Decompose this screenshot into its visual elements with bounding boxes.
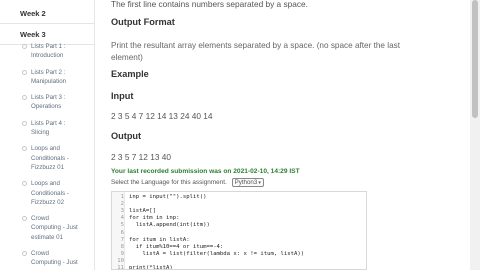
- lesson-label-line: Lists Part 2 :: [31, 68, 66, 76]
- lesson-label-line: Slicing: [31, 129, 50, 137]
- line-number: 5: [120, 222, 124, 229]
- line-number: 7: [120, 236, 124, 243]
- language-select[interactable]: Python3▾: [231, 178, 264, 187]
- code-line: 6: [112, 230, 366, 237]
- lesson-status-circle-icon: [22, 181, 27, 187]
- lesson-label-line: Fizzbuzz 02: [31, 198, 65, 206]
- language-value: Python3: [234, 179, 258, 186]
- line-number: 8: [120, 243, 124, 250]
- chevron-down-icon: ▾: [258, 180, 261, 186]
- code-line: 1 inp = input("").split(): [112, 194, 366, 201]
- code-line: 11 print(*listA): [112, 265, 366, 270]
- lesson-label-line: Operations: [31, 103, 62, 111]
- lesson-label-line: Lists Part 4 :: [31, 119, 66, 127]
- sidebar-lesson-item[interactable]: Lists Part 2 : Manipulation: [0, 68, 95, 87]
- sidebar-lesson-item[interactable]: Crowd Computing - Just estimate 01: [0, 214, 95, 242]
- lesson-status-circle-icon: [22, 146, 27, 152]
- sidebar-week-2[interactable]: Week 2: [0, 4, 95, 24]
- code-text: listA=[]: [129, 208, 156, 215]
- line-number: 9: [120, 250, 124, 257]
- lesson-status-circle-icon: [22, 216, 27, 222]
- code-line: 3 listA=[]: [112, 208, 366, 215]
- sidebar-lesson-item[interactable]: Lists Part 4 : Slicing: [0, 119, 95, 138]
- code-text: if itum%10==4 or itum==-4:: [129, 243, 224, 250]
- code-line: 9 listA = list(filter(lambda x: x != itu…: [112, 251, 366, 258]
- line-number: 3: [120, 208, 124, 215]
- code-text: for itum in listA:: [129, 236, 190, 243]
- line-number: 6: [120, 229, 124, 236]
- submission-status: Your last recorded submission was on 202…: [111, 168, 300, 175]
- lesson-label-line: Computing - Just: [31, 259, 78, 267]
- code-text: for itm in inp:: [129, 215, 180, 222]
- line-number: 2: [120, 201, 124, 208]
- lesson-label-line: Computing - Just: [31, 224, 78, 232]
- line-number: 1: [120, 194, 124, 200]
- code-text: listA.append(int(itm)): [129, 222, 210, 229]
- line-number: 10: [117, 257, 124, 264]
- code-text: listA = list(filter(lambda x: x != itum,…: [129, 250, 305, 257]
- sidebar-lesson-item[interactable]: Loops and Conditionals - Fizzbuzz 01: [0, 144, 95, 172]
- line-number: 4: [120, 215, 124, 222]
- lesson-label-line: Introduction: [31, 52, 64, 60]
- lesson-label-line: Crowd: [31, 215, 49, 223]
- lesson-status-circle-icon: [22, 44, 27, 49]
- lesson-label-line: Conditionals -: [31, 189, 69, 197]
- sidebar-lesson-item[interactable]: Crowd Computing - Just: [0, 249, 95, 268]
- lesson-list: Lists Part 1 : Introduction Lists Part 2 :…: [0, 42, 95, 268]
- lesson-status-circle-icon: [22, 69, 27, 75]
- lesson-status-circle-icon: [22, 95, 27, 101]
- lesson-status-circle-icon: [22, 120, 27, 126]
- sidebar-lesson-item[interactable]: Lists Part 3 : Operations: [0, 93, 95, 112]
- code-line: 4 for itm in inp:: [112, 215, 366, 222]
- output-heading: Output: [111, 131, 142, 141]
- input-heading: Input: [111, 91, 134, 101]
- lesson-label-line: Lists Part 3 :: [31, 94, 66, 102]
- output-desc-line-1: Print the resultant array elements separ…: [111, 41, 400, 50]
- line-number: 11: [117, 265, 124, 270]
- language-row: Select the Language for this assignment.…: [111, 178, 264, 187]
- lesson-label-line: Loops and: [31, 180, 60, 188]
- lesson-label-line: Crowd: [31, 250, 49, 258]
- code-line: 2: [112, 201, 366, 208]
- language-label: Select the Language for this assignment.: [111, 179, 227, 187]
- example-input-value: 2 3 5 4 7 12 14 13 24 40 14: [111, 111, 213, 121]
- code-line: 8 if itum%10==4 or itum==-4:: [112, 244, 366, 251]
- lesson-label-line: Conditionals -: [31, 154, 69, 162]
- code-line: 5 listA.append(int(itm)): [112, 222, 366, 229]
- output-desc-line-2: element): [111, 52, 143, 62]
- input-description: The first line contains numbers separate…: [111, 0, 308, 9]
- output-format-heading: Output Format: [111, 17, 175, 27]
- lesson-status-circle-icon: [22, 251, 27, 257]
- page-scrollbar[interactable]: [470, 0, 480, 270]
- scrollbar-thumb[interactable]: [472, 0, 478, 118]
- example-heading: Example: [111, 69, 149, 79]
- code-text: inp = input("").split(): [129, 194, 207, 200]
- code-editor[interactable]: 1 inp = input("").split() 2 3 listA=[] 4 for i…: [111, 191, 367, 270]
- lesson-label-line: Manipulation: [31, 77, 67, 85]
- example-output-value: 2 3 5 7 12 13 40: [111, 152, 171, 162]
- main-content: The first line contains numbers separate…: [95, 0, 470, 270]
- sidebar-lesson-item[interactable]: Lists Part 1 : Introduction: [0, 42, 95, 61]
- sidebar-lesson-item[interactable]: Loops and Conditionals - Fizzbuzz 02: [0, 179, 95, 207]
- lesson-label-line: Lists Part 1 :: [31, 43, 66, 50]
- code-line: 10: [112, 258, 366, 265]
- output-format-description: Print the resultant array elements separ…: [111, 40, 451, 63]
- code-text: print(*listA): [129, 265, 173, 270]
- lesson-label-line: Fizzbuzz 01: [31, 163, 65, 171]
- lesson-label-line: Loops and: [31, 145, 60, 153]
- code-line: 7 for itum in listA:: [112, 237, 366, 244]
- lesson-label-line: estimate 01: [31, 233, 63, 241]
- sidebar: Week 2 Week 3 Lists Part 1 : Introduction…: [0, 0, 95, 270]
